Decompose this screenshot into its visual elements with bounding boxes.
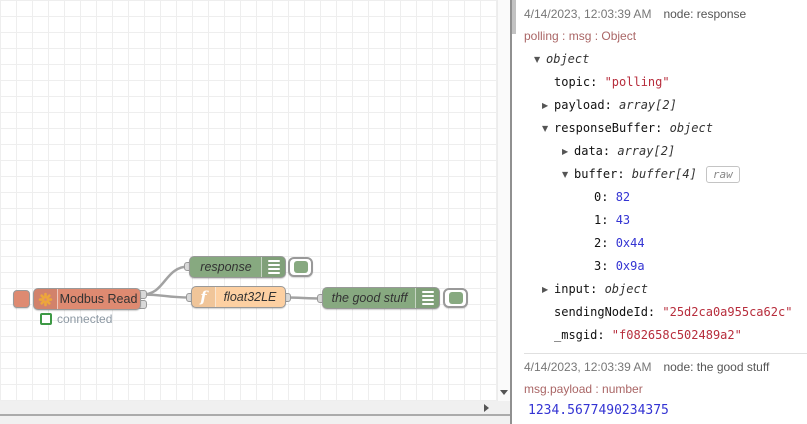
tree-value: buffer[4] bbox=[631, 167, 697, 181]
tree-key: payload: bbox=[554, 98, 620, 112]
message-meta: msg.payload : number bbox=[524, 382, 643, 396]
debug-list-icon bbox=[262, 257, 285, 277]
tree-value: object bbox=[669, 121, 713, 135]
tree-value: 0x9a bbox=[615, 259, 645, 273]
node-response[interactable]: response bbox=[189, 256, 286, 278]
debug-sidebar: 4/14/2023, 12:03:39 AM node: response pol… bbox=[512, 0, 807, 424]
node-label: Modbus Read bbox=[59, 292, 138, 306]
tree-value: object bbox=[604, 282, 648, 296]
scroll-down-icon[interactable] bbox=[498, 385, 510, 399]
tree-value: 43 bbox=[615, 213, 631, 227]
debug-tree-row: topic: "polling" bbox=[524, 71, 807, 94]
node-label: response bbox=[200, 260, 252, 274]
debug-tree-row: ▼ responseBuffer: object bbox=[524, 117, 807, 140]
window-bottom-strip bbox=[0, 416, 511, 424]
debug-tree-row: 0: 82 bbox=[524, 186, 807, 209]
debug-tree-row: ▶ payload: array[2] bbox=[524, 94, 807, 117]
status-label: connected bbox=[57, 312, 113, 326]
tree-key: _msgid: bbox=[554, 328, 612, 342]
node-status: connected bbox=[40, 312, 112, 326]
tree-key: topic: bbox=[554, 75, 605, 89]
tree-key: 2: bbox=[594, 236, 616, 250]
sidebar-scrollbar-thumb[interactable] bbox=[512, 0, 516, 34]
node-float32le[interactable]: f float32LE bbox=[191, 286, 286, 308]
debug-message: 4/14/2023, 12:03:39 AM node: response pol… bbox=[524, 0, 807, 354]
collapse-icon[interactable]: ▼ bbox=[562, 163, 574, 186]
tree-value: "polling" bbox=[604, 75, 670, 89]
expand-icon[interactable]: ▶ bbox=[542, 278, 554, 301]
timestamp: 4/14/2023, 12:03:39 AM bbox=[524, 7, 652, 21]
function-icon-region: f bbox=[192, 287, 216, 307]
node-red-window: Modbus Read connected response f float32… bbox=[0, 0, 807, 424]
message-meta: polling : msg : Object bbox=[524, 29, 637, 43]
raw-button[interactable]: raw bbox=[705, 166, 740, 183]
node-modbus-read[interactable]: Modbus Read bbox=[33, 288, 141, 310]
debug-icon-region bbox=[261, 257, 285, 277]
wire-layer bbox=[140, 265, 324, 300]
debug-tree-row: 1: 43 bbox=[524, 209, 807, 232]
debug-message-header: 4/14/2023, 12:03:39 AM node: the good stu… bbox=[524, 359, 807, 375]
expand-icon[interactable]: ▶ bbox=[562, 140, 574, 163]
status-square-icon bbox=[40, 313, 52, 325]
debug-message: 4/14/2023, 12:03:39 AM node: the good stu… bbox=[524, 354, 807, 424]
collapse-icon[interactable]: ▼ bbox=[542, 117, 554, 140]
sidebar-divider[interactable] bbox=[510, 0, 512, 424]
tree-key: data: bbox=[574, 144, 618, 158]
tree-value: 82 bbox=[615, 190, 631, 204]
debug-tree-row: _msgid: "f082658c502489a2" bbox=[524, 324, 807, 347]
tree-key: responseBuffer: bbox=[554, 121, 670, 135]
tree-key: sendingNodeId: bbox=[554, 305, 663, 319]
tree-key: 0: bbox=[594, 190, 616, 204]
tree-value: object bbox=[546, 52, 590, 66]
expand-icon[interactable]: ▶ bbox=[542, 94, 554, 117]
function-icon: f bbox=[200, 287, 207, 306]
modbus-node-button[interactable] bbox=[13, 290, 30, 308]
debug-tree-row: sendingNodeId: "25d2ca0a955ca62c" bbox=[524, 301, 807, 324]
tree-value: "f082658c502489a2" bbox=[611, 328, 742, 342]
source-node-name: node: response bbox=[663, 7, 747, 21]
debug-toggle-button[interactable] bbox=[288, 257, 313, 277]
debug-toggle-button[interactable] bbox=[443, 288, 468, 308]
node-the-good-stuff[interactable]: the good stuff bbox=[322, 287, 440, 309]
debug-tree-row: 2: 0x44 bbox=[524, 232, 807, 255]
horizontal-scrollbar[interactable] bbox=[0, 401, 497, 414]
scrollbar-corner bbox=[497, 401, 510, 414]
tree-value: array[2] bbox=[617, 144, 676, 158]
debug-icon-region bbox=[415, 288, 439, 308]
tree-key: 3: bbox=[594, 259, 616, 273]
timestamp: 4/14/2023, 12:03:39 AM bbox=[524, 360, 652, 374]
tree-value: array[2] bbox=[619, 98, 677, 112]
source-node-name: node: the good stuff bbox=[663, 360, 770, 374]
scroll-right-icon[interactable] bbox=[479, 401, 493, 414]
debug-tree-row: ▼ buffer: buffer[4] raw bbox=[524, 163, 807, 186]
modbus-icon-region bbox=[34, 289, 58, 309]
payload-number-value: 1234.5677490234375 bbox=[528, 403, 669, 418]
debug-list-icon bbox=[416, 288, 439, 308]
tree-value: "25d2ca0a955ca62c" bbox=[662, 305, 793, 319]
wire[interactable] bbox=[140, 265, 191, 296]
collapse-icon[interactable]: ▼ bbox=[534, 48, 546, 71]
node-label: float32LE bbox=[223, 290, 277, 304]
modbus-gear-icon bbox=[34, 289, 57, 309]
tree-key: 1: bbox=[594, 213, 616, 227]
debug-tree-row: ▶ data: array[2] bbox=[524, 140, 807, 163]
vertical-scrollbar[interactable] bbox=[497, 0, 510, 401]
node-label: the good stuff bbox=[331, 291, 408, 305]
tree-value: 0x44 bbox=[615, 236, 645, 250]
debug-tree-row: ▶ input: object bbox=[524, 278, 807, 301]
debug-message-header: 4/14/2023, 12:03:39 AM node: response bbox=[524, 6, 807, 22]
tree-key: input: bbox=[554, 282, 605, 296]
flow-canvas[interactable]: Modbus Read connected response f float32… bbox=[0, 0, 497, 401]
wire[interactable] bbox=[140, 293, 193, 299]
debug-tree-row: ▼ object bbox=[524, 48, 807, 71]
debug-tree: ▼ object topic: "polling" ▶ payload: array[2… bbox=[524, 48, 807, 347]
tree-key: buffer: bbox=[574, 167, 632, 181]
debug-tree-row: 3: 0x9a bbox=[524, 255, 807, 278]
